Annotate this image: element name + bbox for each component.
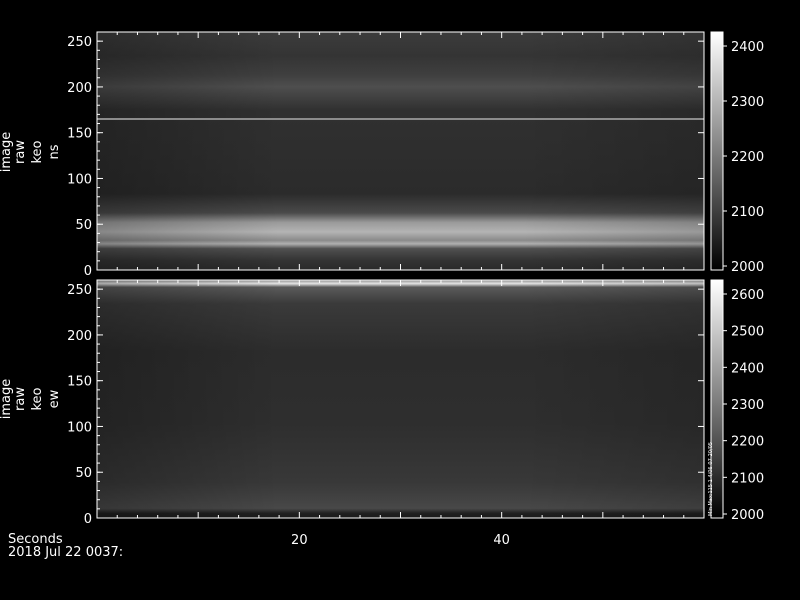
colorbar-ticks-ew: 2000 2100 2200 2300 2400 2500 2600 [723,288,764,523]
colorbar-tick-label: 2000 [731,508,764,523]
colorbar-tick-label: 2400 [731,40,764,55]
y-tick-label: 50 [75,218,92,233]
colorbar-ticks-ns: 2000 2100 2200 2300 2400 [723,40,764,275]
keogram-figure: 050100150200250 image raw keo ns 2000210… [0,31,764,560]
keogram-shading-ns [97,32,704,270]
colorbar-tick-label: 2300 [731,398,764,413]
ylabel-ew-2: raw [13,387,28,411]
y-tick-label: 250 [67,35,92,50]
y-tick-label: 50 [75,466,92,481]
y-tick-label: 0 [84,264,92,279]
panel-ew: 0 50 100 150 200 250 20 40 image raw keo ew 20… [0,279,764,548]
x-tick-label: 20 [291,533,308,548]
colorbar-tick-label: 2500 [731,325,764,340]
y-tick-label: 150 [67,127,92,142]
colorbar-note-ew: Min Max:115 1 4/06-07-20/05 [708,442,714,516]
feature-line-ns [97,118,704,120]
ylabel-ew-1: image [0,379,14,420]
colorbar-tick-label: 2100 [731,471,764,486]
y-tick-label: 100 [67,172,92,187]
ylabel-ew-4: ew [47,389,62,408]
y-tick-label: 250 [67,283,92,298]
y-tick-label: 150 [67,375,92,390]
ylabel-ew-3: keo [30,387,45,410]
y-tick-label: 0 [84,512,92,527]
y-tick-label: 100 [67,420,92,435]
colorbar-tick-label: 2200 [731,435,764,450]
ylabel-ns-2: raw [13,140,28,164]
colorbar-ns [710,31,724,271]
colorbar-tick-label: 2100 [731,205,764,220]
date-label: 2018 Jul 22 0037: [8,545,123,560]
x-tick-label: 40 [493,533,510,548]
colorbar-tick-label: 2400 [731,361,764,376]
colorbar-tick-label: 2600 [731,288,764,303]
colorbar-tick-label: 2300 [731,95,764,110]
keogram-shading-ew [97,280,704,518]
ylabel-ns-3: keo [30,140,45,163]
panel-ns: 0 50 100 150 200 250 image raw keo ns 2000 210… [0,31,764,279]
ylabel-ns-4: ns [47,144,62,159]
colorbar-tick-label: 2000 [731,260,764,275]
ylabel-ns-1: image [0,132,14,173]
colorbar-tick-label: 2200 [731,150,764,165]
y-tick-label: 200 [67,329,92,344]
y-tick-label: 200 [67,81,92,96]
